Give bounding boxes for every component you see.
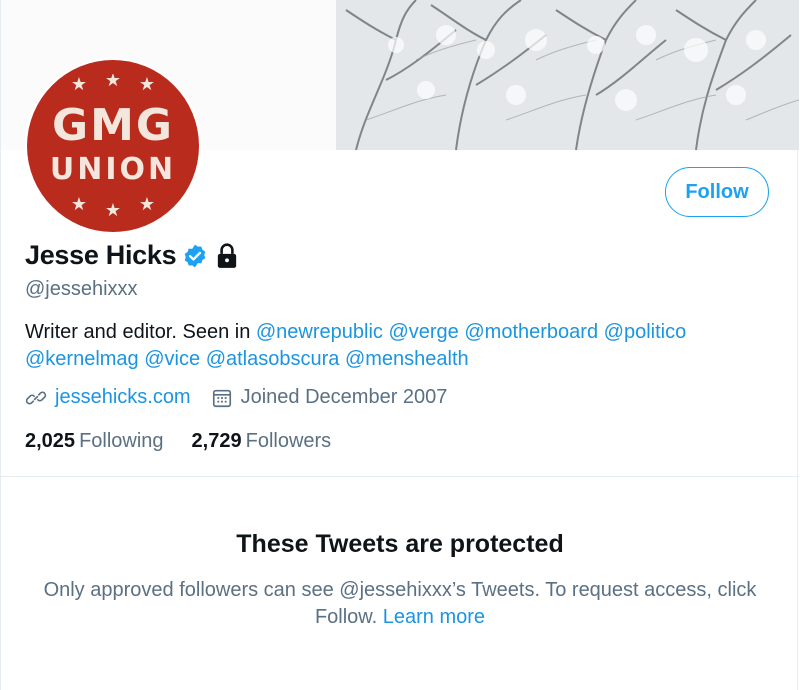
followers-label: Followers — [245, 430, 332, 452]
follow-button[interactable]: Follow — [665, 167, 769, 217]
stars-top-icon: ★ ★ ★ — [71, 74, 155, 94]
verified-badge-icon — [185, 244, 206, 267]
mention-link[interactable]: @motherboard — [464, 321, 598, 343]
bio-text: Writer and editor. Seen in — [25, 321, 251, 343]
website-link[interactable]: jessehicks.com — [55, 386, 191, 409]
learn-more-link[interactable]: Learn more — [383, 606, 485, 628]
display-name: Jesse Hicks — [25, 240, 177, 270]
mention-link[interactable]: @politico — [604, 321, 687, 343]
stars-bottom-icon: ★ ★ ★ — [71, 196, 155, 220]
following-label: Following — [79, 430, 164, 452]
followers-count: 2,729 — [191, 430, 242, 452]
section-divider — [1, 476, 799, 477]
avatar[interactable]: ★ ★ ★ GMG UNION ★ ★ ★ — [25, 58, 201, 234]
mention-link[interactable]: @kernelmag — [25, 348, 139, 370]
profile-name-row: Jesse Hicks — [25, 240, 240, 271]
followers-stat[interactable]: 2,729 Followers — [192, 430, 332, 453]
following-stat[interactable]: 2,025 Following — [25, 430, 164, 453]
lock-icon — [218, 242, 237, 268]
profile-bio: Writer and editor. Seen in @newrepublic … — [25, 319, 765, 373]
website-item: jessehicks.com — [25, 386, 191, 409]
protected-title: These Tweets are protected — [236, 530, 564, 558]
joined-date: Joined December 2007 — [240, 386, 448, 408]
svg-text:★: ★ — [105, 200, 121, 220]
user-handle: @jessehixxx — [25, 278, 138, 300]
snowy-trees-image — [336, 0, 799, 150]
calendar-icon — [212, 389, 231, 407]
avatar-logo-line2: UNION — [49, 152, 177, 187]
joined-item: Joined December 2007 — [211, 386, 448, 409]
mention-link[interactable]: @vice — [144, 348, 200, 370]
svg-text:★: ★ — [71, 196, 87, 214]
profile-stats: 2,025 Following 2,729 Followers — [25, 430, 359, 453]
following-count: 2,025 — [25, 430, 76, 452]
avatar-logo: ★ ★ ★ GMG UNION ★ ★ ★ — [27, 60, 199, 232]
profile-page: ★ ★ ★ GMG UNION ★ ★ ★ Follow Jesse Hicks… — [0, 0, 799, 690]
svg-text:★: ★ — [105, 74, 121, 90]
mention-link[interactable]: @verge — [388, 321, 458, 343]
mention-link[interactable]: @newrepublic — [256, 321, 383, 343]
svg-text:★: ★ — [71, 74, 87, 94]
protected-message: Only approved followers can see @jessehi… — [21, 577, 779, 631]
mention-link[interactable]: @menshealth — [345, 348, 469, 370]
svg-text:★: ★ — [139, 74, 155, 94]
link-icon — [25, 391, 47, 404]
svg-text:★: ★ — [139, 196, 155, 214]
avatar-logo-line1: GMG — [51, 100, 174, 151]
profile-meta: jessehicks.com Joined December 2007 — [25, 386, 467, 409]
mention-link[interactable]: @atlasobscura — [206, 348, 340, 370]
